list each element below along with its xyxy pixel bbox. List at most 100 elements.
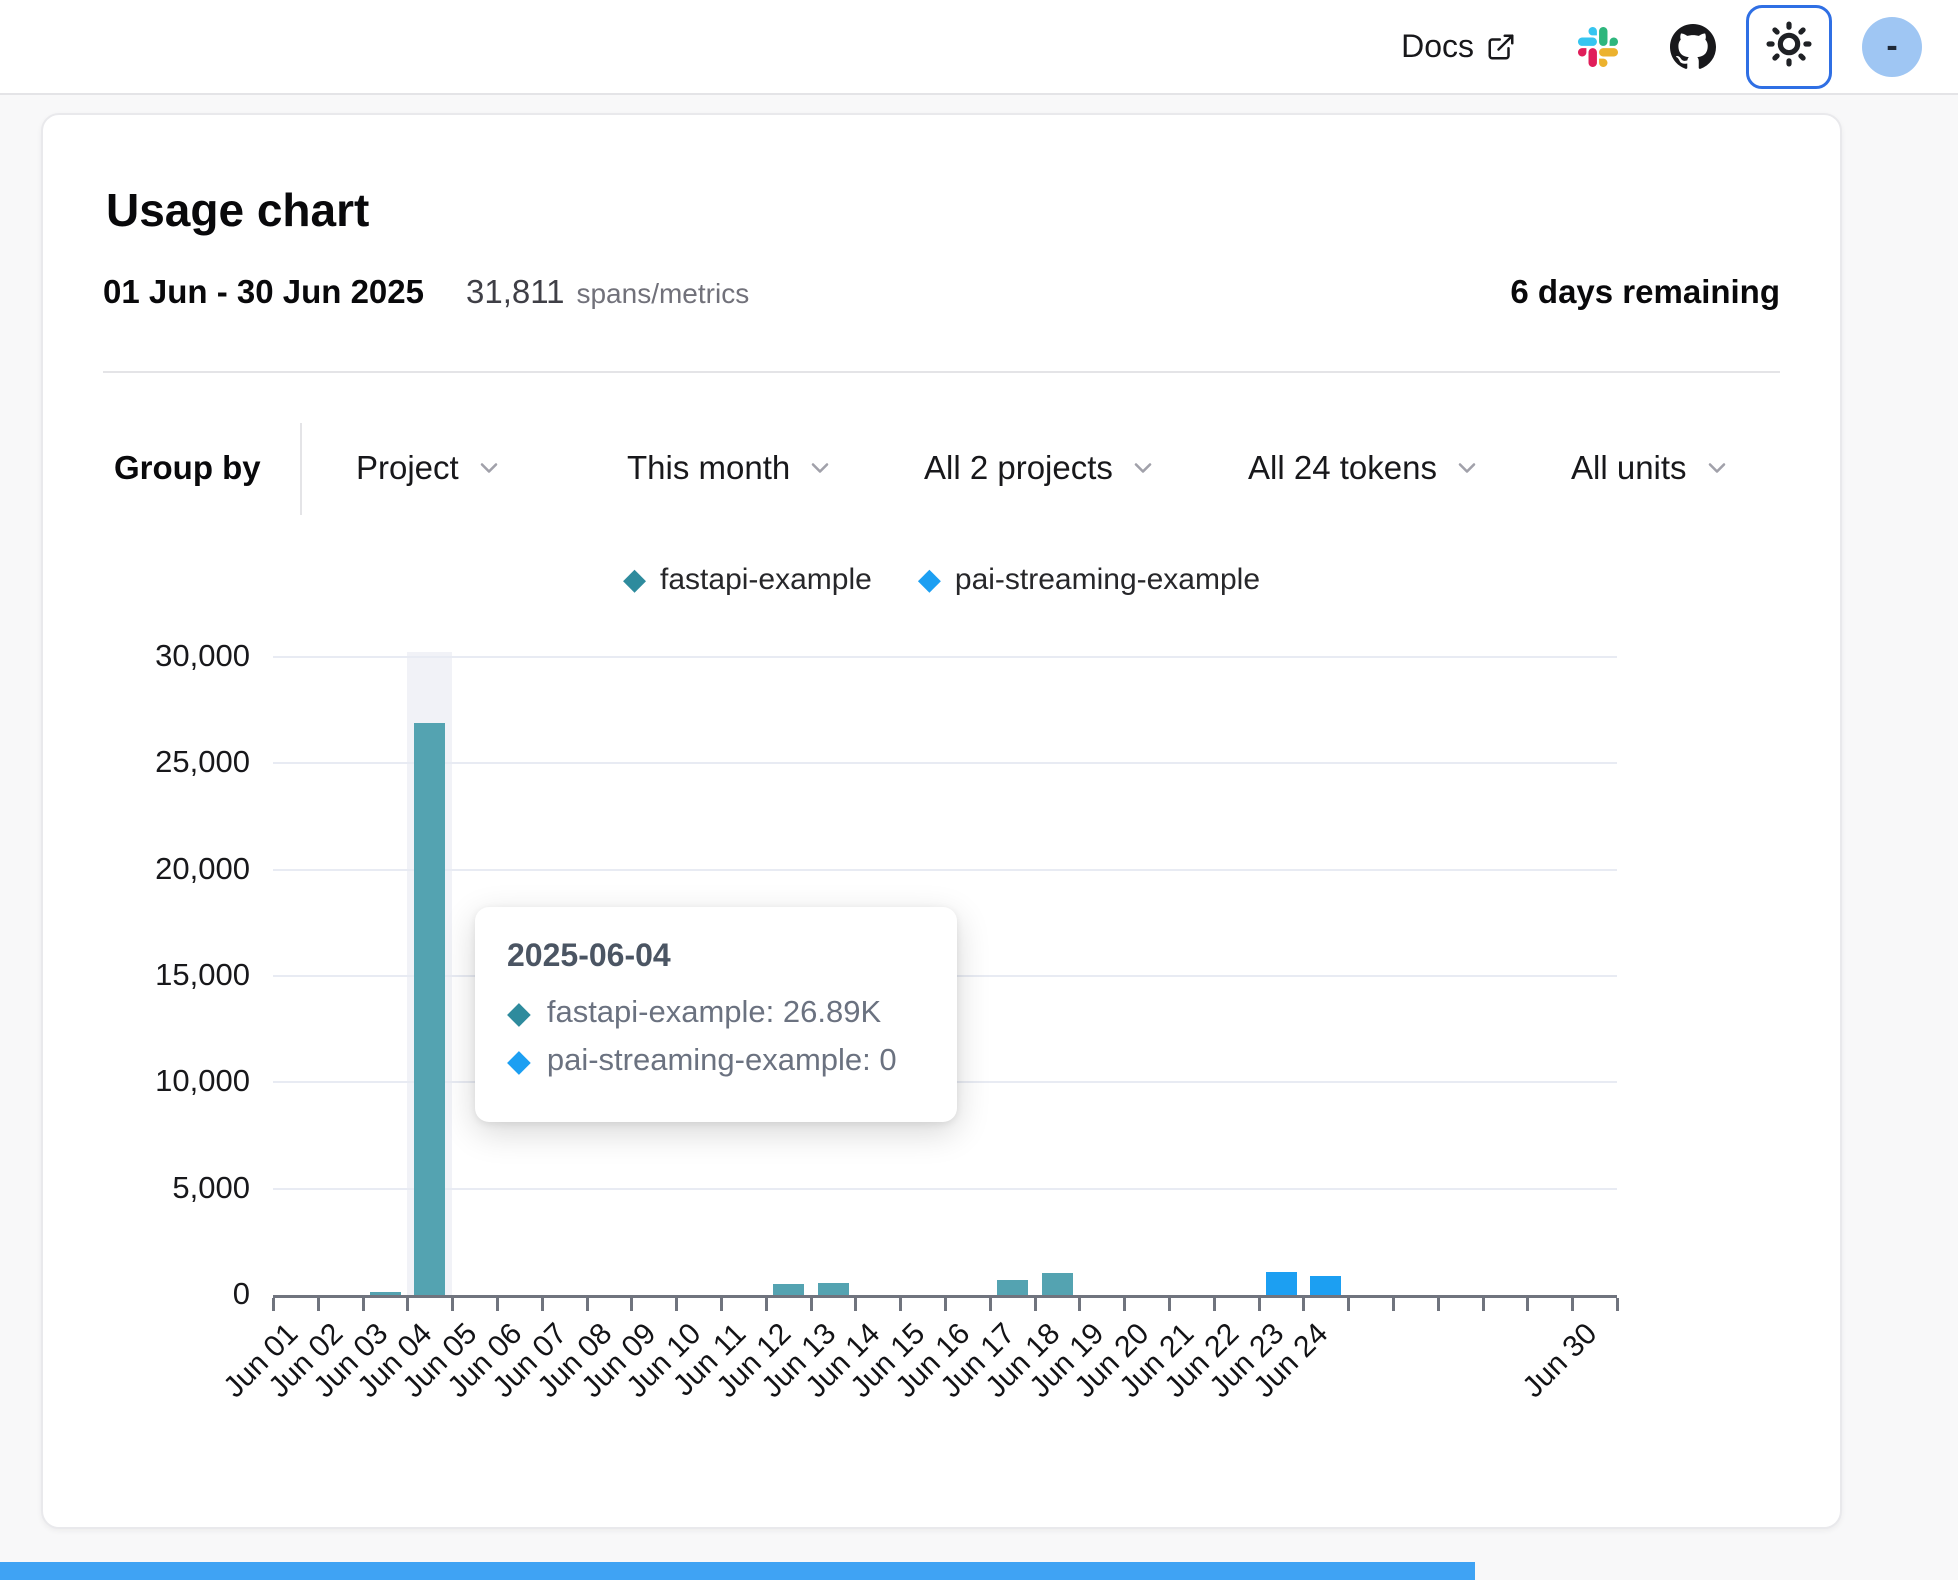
y-axis-tick-label: 25,000 — [80, 744, 250, 780]
x-axis-line — [273, 1295, 1617, 1298]
x-axis-tick — [1482, 1298, 1485, 1311]
chart-legend: ◆ fastapi-example ◆ pai-streaming-exampl… — [43, 563, 1840, 597]
gridline — [273, 1188, 1617, 1190]
x-axis-tick-label: Jun 09 — [526, 1317, 663, 1454]
horizontal-scrollbar-thumb[interactable] — [0, 1562, 1475, 1580]
x-axis-tick-label: Jun 15 — [795, 1317, 932, 1454]
docs-link[interactable]: Docs — [1401, 28, 1516, 65]
usage-summary-row: 01 Jun - 30 Jun 2025 31,811 spans/metric… — [103, 273, 1780, 317]
group-by-label: Group by — [114, 445, 261, 491]
x-axis-tick — [586, 1298, 589, 1311]
legend-item-fastapi-example[interactable]: ◆ fastapi-example — [623, 563, 872, 597]
x-axis-tick — [1123, 1298, 1126, 1311]
gridline — [273, 762, 1617, 764]
x-axis-tick — [1571, 1298, 1574, 1311]
x-axis-tick-label: Jun 18 — [929, 1317, 1066, 1454]
bar-pai-streaming-example-jun-24[interactable] — [1310, 1276, 1341, 1295]
bar-fastapi-example-jun-18[interactable] — [1042, 1273, 1073, 1295]
units-select[interactable]: All units — [1571, 445, 1731, 491]
tokens-select[interactable]: All 24 tokens — [1248, 445, 1481, 491]
x-axis-tick — [1616, 1298, 1619, 1311]
tooltip-date: 2025-06-04 — [507, 937, 925, 974]
x-axis-tick-label: Jun 21 — [1064, 1317, 1201, 1454]
x-axis-tick — [541, 1298, 544, 1311]
x-axis-tick-label: Jun 16 — [840, 1317, 977, 1454]
x-axis-tick — [272, 1298, 275, 1311]
external-link-icon — [1486, 32, 1516, 62]
bar-fastapi-example-jun-13[interactable] — [818, 1283, 849, 1295]
x-axis-tick-label: Jun 07 — [437, 1317, 574, 1454]
user-avatar[interactable]: - — [1862, 17, 1922, 77]
chevron-down-icon — [1703, 454, 1731, 482]
sun-icon — [1763, 18, 1815, 75]
chevron-down-icon — [1129, 454, 1157, 482]
github-icon[interactable] — [1670, 24, 1716, 70]
chevron-down-icon — [806, 454, 834, 482]
page-title: Usage chart — [106, 183, 369, 237]
vertical-divider — [300, 423, 302, 515]
x-axis-tick-label: Jun 24 — [1198, 1317, 1335, 1454]
group-by-select[interactable]: Project — [356, 445, 503, 491]
x-axis-tick — [854, 1298, 857, 1311]
diamond-icon: ◆ — [918, 565, 941, 595]
chevron-down-icon — [475, 454, 503, 482]
bar-fastapi-example-jun-12[interactable] — [773, 1284, 804, 1295]
usage-chart-card: Usage chart 01 Jun - 30 Jun 2025 31,811 … — [41, 113, 1842, 1529]
divider — [103, 371, 1780, 373]
x-axis-tick — [317, 1298, 320, 1311]
x-axis-tick-label: Jun 11 — [616, 1317, 753, 1454]
gridline — [273, 869, 1617, 871]
docs-link-label: Docs — [1401, 28, 1474, 65]
chevron-down-icon — [1453, 454, 1481, 482]
x-axis-tick-label: Jun 23 — [1153, 1317, 1290, 1454]
x-axis-tick — [810, 1298, 813, 1311]
period-select[interactable]: This month — [627, 445, 834, 491]
y-axis-tick-label: 15,000 — [80, 957, 250, 993]
x-axis-tick-label: Jun 14 — [750, 1317, 887, 1454]
x-axis-tick — [1526, 1298, 1529, 1311]
x-axis-tick-label: Jun 04 — [302, 1317, 439, 1454]
date-range: 01 Jun - 30 Jun 2025 — [103, 273, 424, 311]
x-axis-tick — [1168, 1298, 1171, 1311]
tooltip-row: ◆ pai-streaming-example: 0 — [507, 1042, 925, 1078]
x-axis-tick-label: Jun 20 — [1019, 1317, 1156, 1454]
bar-pai-streaming-example-jun-23[interactable] — [1266, 1272, 1297, 1295]
x-axis-tick-label: Jun 03 — [257, 1317, 394, 1454]
x-axis-tick — [451, 1298, 454, 1311]
x-axis-tick — [1392, 1298, 1395, 1311]
bar-fastapi-example-jun-03[interactable] — [370, 1292, 401, 1295]
tooltip-row: ◆ fastapi-example: 26.89K — [507, 994, 925, 1030]
x-axis-tick-label: Jun 01 — [168, 1317, 305, 1454]
x-axis-tick — [1034, 1298, 1037, 1311]
x-axis-tick — [406, 1298, 409, 1311]
x-axis-tick — [1078, 1298, 1081, 1311]
y-axis-tick-label: 10,000 — [80, 1063, 250, 1099]
x-axis-tick-label: Jun 30 — [1467, 1317, 1604, 1454]
x-axis-tick-label: Jun 06 — [392, 1317, 529, 1454]
bar-fastapi-example-jun-17[interactable] — [997, 1280, 1028, 1295]
bar-fastapi-example-jun-04[interactable] — [414, 723, 445, 1295]
x-axis-tick-label: Jun 08 — [481, 1317, 618, 1454]
top-navigation-bar: Docs — [0, 0, 1958, 95]
x-axis-tick — [765, 1298, 768, 1311]
x-axis-tick — [1302, 1298, 1305, 1311]
diamond-icon: ◆ — [507, 997, 531, 1028]
diamond-icon: ◆ — [507, 1045, 531, 1076]
x-axis-tick — [362, 1298, 365, 1311]
x-axis-tick — [1258, 1298, 1261, 1311]
x-axis-tick — [944, 1298, 947, 1311]
x-axis-tick — [989, 1298, 992, 1311]
x-axis-tick-label: Jun 10 — [571, 1317, 708, 1454]
legend-item-pai-streaming-example[interactable]: ◆ pai-streaming-example — [918, 563, 1260, 597]
diamond-icon: ◆ — [623, 565, 646, 595]
x-axis-tick — [899, 1298, 902, 1311]
projects-select[interactable]: All 2 projects — [924, 445, 1157, 491]
total-spans-count: 31,811 — [466, 273, 564, 311]
bar-chart: 05,00010,00015,00020,00025,00030,000Jun … — [43, 115, 1844, 1531]
y-axis-tick-label: 0 — [80, 1276, 250, 1312]
filter-row: Group by Project This month All 2 projec… — [43, 415, 1840, 520]
avatar-label: - — [1886, 27, 1897, 66]
theme-toggle-button[interactable] — [1746, 5, 1832, 89]
slack-icon[interactable] — [1578, 27, 1618, 67]
x-axis-tick — [496, 1298, 499, 1311]
